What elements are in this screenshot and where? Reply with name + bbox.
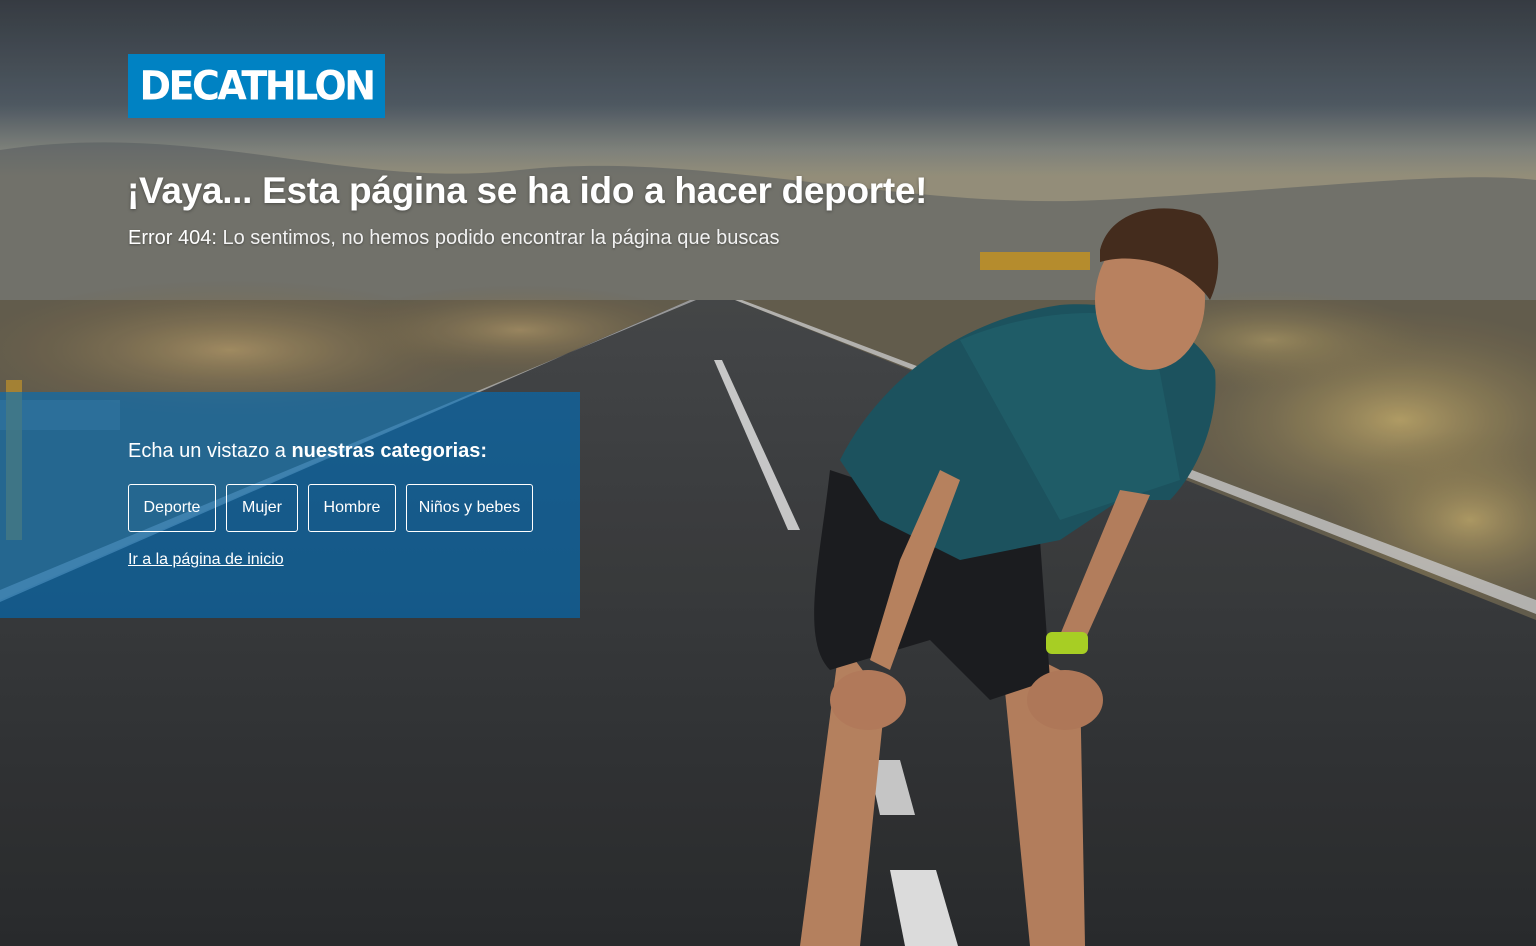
category-button-ninos-bebes[interactable]: Niños y bebes	[406, 484, 533, 532]
decathlon-logo[interactable]: DECATHLON	[128, 54, 385, 118]
category-button-deporte[interactable]: Deporte	[128, 484, 216, 532]
home-page-link[interactable]: Ir a la página de inicio	[128, 551, 284, 569]
error-page: DECATHLON ¡Vaya... Esta página se ha ido…	[0, 0, 1536, 946]
categories-heading: Echa un vistazo a nuestras categorias:	[128, 440, 487, 463]
page-title: ¡Vaya... Esta página se ha ido a hacer d…	[127, 170, 928, 211]
category-button-hombre[interactable]: Hombre	[308, 484, 396, 532]
category-button-mujer[interactable]: Mujer	[226, 484, 298, 532]
logo-wordmark: DECATHLON	[139, 62, 376, 110]
categories-intro: Echa un vistazo a	[128, 440, 292, 462]
categories-intro-strong: nuestras categorias:	[291, 440, 488, 462]
error-message: Error 404: Lo sentimos, no hemos podido …	[128, 227, 780, 250]
category-buttons: Deporte Mujer Hombre Niños y bebes	[128, 484, 533, 532]
error-description: Lo sentimos, no hemos podido encontrar l…	[216, 227, 780, 249]
error-code-label: Error 404:	[128, 227, 217, 249]
